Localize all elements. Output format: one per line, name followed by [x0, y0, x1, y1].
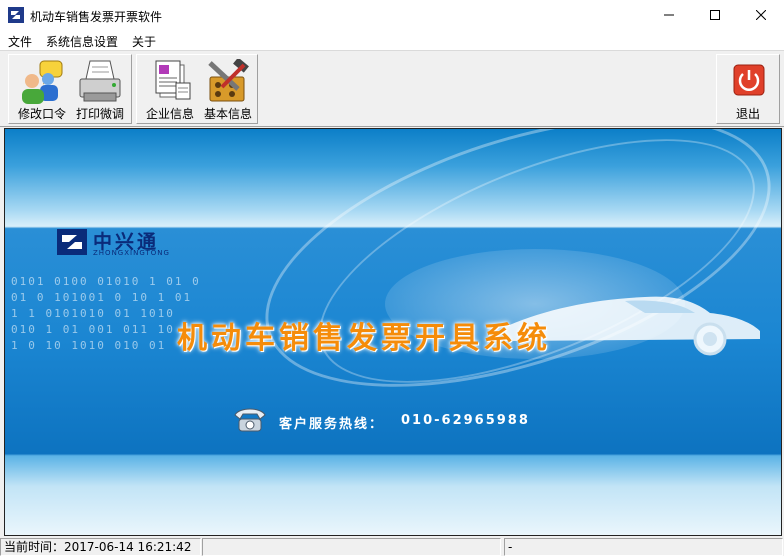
- binary-row: 1 0 10 1010 010 01: [11, 339, 167, 352]
- status-bar: 当前时间：2017-06-14 16:21:42 -: [0, 536, 784, 556]
- binary-row: 0101 0100 01010 1 01 0: [11, 275, 201, 288]
- title-bar: 机动车销售发票开票软件: [0, 0, 784, 30]
- close-button[interactable]: [738, 0, 784, 30]
- printer-icon: [79, 60, 121, 102]
- binary-row: 01 0 101001 0 10 1 01: [11, 291, 193, 304]
- telephone-icon: [234, 408, 266, 432]
- system-title: 机动车销售发票开具系统: [177, 321, 551, 356]
- exit-label: 退出: [735, 107, 760, 121]
- users-chat-icon: [22, 60, 63, 104]
- exit-button[interactable]: 退出: [719, 55, 777, 123]
- close-icon: [756, 10, 766, 20]
- maximize-button[interactable]: [692, 0, 738, 30]
- menu-system-settings[interactable]: 系统信息设置: [46, 33, 118, 50]
- app-icon: [8, 7, 24, 23]
- hotline-number: 010-62965988: [401, 413, 530, 428]
- menu-file[interactable]: 文件: [8, 33, 32, 50]
- minimize-icon: [664, 14, 674, 16]
- minimize-button[interactable]: [646, 0, 692, 30]
- logo-text-en: ZHONGXINGTONG: [93, 249, 170, 257]
- menu-bar: 文件 系统信息设置 关于: [0, 30, 784, 51]
- toolbar-group-1: 修改口令 打印微调: [8, 54, 132, 124]
- splash-banner: 0101 0100 01010 1 01 0 01 0 101001 0 10 …: [4, 128, 782, 536]
- basic-info-button[interactable]: 基本信息: [199, 55, 257, 123]
- power-icon: [733, 64, 765, 96]
- print-adjust-label: 打印微调: [75, 107, 124, 121]
- logo-icon: [57, 229, 87, 255]
- toolbar-group-3: 退出: [716, 54, 780, 124]
- binary-row: 010 1 01 001 011 10: [11, 323, 175, 336]
- window-title: 机动车销售发票开票软件: [30, 10, 163, 24]
- change-password-label: 修改口令: [17, 107, 66, 121]
- print-adjust-button[interactable]: 打印微调: [71, 55, 129, 123]
- status-panel-2: [202, 538, 501, 556]
- status-panel-3: -: [504, 538, 783, 556]
- binary-row: 1 1 0101010 01 1010: [11, 307, 175, 320]
- tools-icon: [208, 59, 249, 102]
- hotline-label: 客户服务热线：: [279, 417, 385, 432]
- toolbar: 修改口令 打印微调 企业信息 基本信息 退出: [0, 51, 784, 127]
- toolbar-group-2: 企业信息 基本信息: [136, 54, 258, 124]
- menu-about[interactable]: 关于: [132, 33, 156, 50]
- maximize-icon: [710, 10, 720, 20]
- change-password-button[interactable]: 修改口令: [13, 55, 71, 123]
- status-current-time: 当前时间：2017-06-14 16:21:42: [0, 538, 201, 556]
- document-icon: [155, 60, 191, 100]
- company-info-button[interactable]: 企业信息: [141, 55, 199, 123]
- company-info-label: 企业信息: [145, 107, 194, 121]
- basic-info-label: 基本信息: [203, 107, 252, 121]
